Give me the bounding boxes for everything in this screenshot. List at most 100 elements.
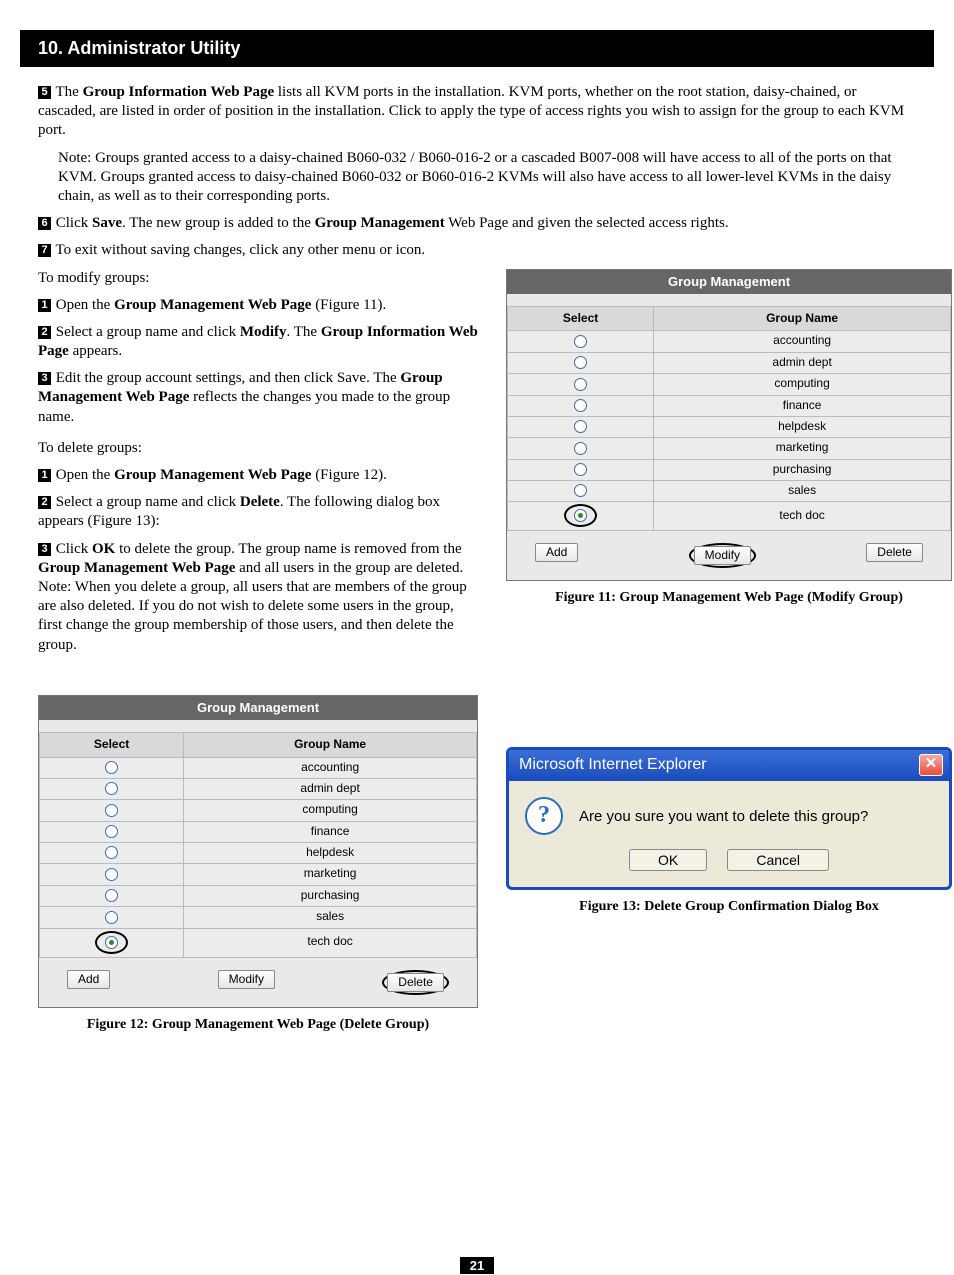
radio-input[interactable] xyxy=(574,442,587,455)
select-cell xyxy=(508,352,654,373)
groupname-cell: tech doc xyxy=(184,928,477,957)
groupname-cell: helpdesk xyxy=(654,416,951,437)
radio-input[interactable] xyxy=(574,509,587,522)
radio-input[interactable] xyxy=(574,463,587,476)
figure-12-caption: Figure 12: Group Management Web Page (De… xyxy=(38,1016,478,1034)
step-5: 5 The Group Information Web Page lists a… xyxy=(38,83,916,141)
table-row: computing xyxy=(40,800,477,821)
table-row: tech doc xyxy=(40,928,477,957)
groupname-cell: purchasing xyxy=(184,885,477,906)
gm-table-12: Select Group Name accountingadmin deptco… xyxy=(39,732,477,957)
radio-input[interactable] xyxy=(105,936,118,949)
question-icon: ? xyxy=(525,797,563,835)
step-badge-3b: 3 xyxy=(38,543,51,556)
groupname-cell: accounting xyxy=(184,757,477,778)
modify-heading: To modify groups: xyxy=(38,269,478,288)
delete-step-1: 1 Open the Group Management Web Page (Fi… xyxy=(38,466,478,485)
gm-title-11: Group Management xyxy=(507,270,951,295)
figure-12-panel: Group Management Select Group Name accou… xyxy=(38,695,478,1008)
groupname-cell: purchasing xyxy=(654,459,951,480)
groupname-cell: computing xyxy=(654,374,951,395)
modify-button-11[interactable]: Modify xyxy=(694,546,751,565)
gm-title: Group Management xyxy=(39,696,477,721)
add-button[interactable]: Add xyxy=(67,970,110,989)
ok-button[interactable]: OK xyxy=(629,849,707,871)
table-row: helpdesk xyxy=(40,843,477,864)
radio-input[interactable] xyxy=(105,782,118,795)
radio-input[interactable] xyxy=(574,399,587,412)
select-cell xyxy=(40,864,184,885)
select-cell xyxy=(40,928,184,957)
radio-input[interactable] xyxy=(105,804,118,817)
select-cell xyxy=(508,374,654,395)
radio-input[interactable] xyxy=(105,868,118,881)
table-row: admin dept xyxy=(508,352,951,373)
delete-step-2: 2 Select a group name and click Delete. … xyxy=(38,493,478,531)
radio-input[interactable] xyxy=(105,761,118,774)
radio-input[interactable] xyxy=(105,889,118,902)
step-badge-1: 1 xyxy=(38,299,51,312)
table-row: finance xyxy=(40,821,477,842)
groupname-cell: marketing xyxy=(184,864,477,885)
figure-11-caption: Figure 11: Group Management Web Page (Mo… xyxy=(506,589,952,607)
select-cell xyxy=(508,481,654,502)
radio-input[interactable] xyxy=(574,378,587,391)
close-icon[interactable]: ✕ xyxy=(919,754,943,776)
modify-step-3: 3 Edit the group account settings, and t… xyxy=(38,369,478,427)
groupname-cell: computing xyxy=(184,800,477,821)
table-row: purchasing xyxy=(40,885,477,906)
select-cell xyxy=(508,331,654,352)
confirm-dialog: Microsoft Internet Explorer ✕ ? Are you … xyxy=(506,747,952,890)
table-row: finance xyxy=(508,395,951,416)
delete-button[interactable]: Delete xyxy=(387,973,444,992)
circled-radio xyxy=(564,504,597,527)
section-title: 10. Administrator Utility xyxy=(38,38,240,58)
radio-input[interactable] xyxy=(105,825,118,838)
th-groupname: Group Name xyxy=(184,733,477,757)
th-select-11: Select xyxy=(508,307,654,331)
figure-13-caption: Figure 13: Delete Group Confirmation Dia… xyxy=(506,898,952,916)
groupname-cell: tech doc xyxy=(654,502,951,531)
circled-radio xyxy=(95,931,128,954)
step-7: 7 To exit without saving changes, click … xyxy=(38,241,916,260)
table-row: computing xyxy=(508,374,951,395)
select-cell xyxy=(40,885,184,906)
add-button-11[interactable]: Add xyxy=(535,543,578,562)
groupname-cell: admin dept xyxy=(184,779,477,800)
step-badge-2b: 2 xyxy=(38,496,51,509)
table-row: sales xyxy=(40,907,477,928)
table-row: tech doc xyxy=(508,502,951,531)
groupname-cell: sales xyxy=(184,907,477,928)
groupname-cell: helpdesk xyxy=(184,843,477,864)
select-cell xyxy=(508,459,654,480)
table-row: marketing xyxy=(40,864,477,885)
radio-input[interactable] xyxy=(105,911,118,924)
section-header: 10. Administrator Utility xyxy=(20,30,934,67)
delete-button-11[interactable]: Delete xyxy=(866,543,923,562)
cancel-button[interactable]: Cancel xyxy=(727,849,829,871)
radio-input[interactable] xyxy=(574,356,587,369)
select-cell xyxy=(508,438,654,459)
select-cell xyxy=(508,416,654,437)
circled-modify: Modify xyxy=(689,543,756,568)
modify-step-2: 2 Select a group name and click Modify. … xyxy=(38,323,478,361)
dialog-message: Are you sure you want to delete this gro… xyxy=(579,807,868,826)
table-row: accounting xyxy=(40,757,477,778)
groupname-cell: marketing xyxy=(654,438,951,459)
radio-input[interactable] xyxy=(574,420,587,433)
th-groupname-11: Group Name xyxy=(654,307,951,331)
radio-input[interactable] xyxy=(105,846,118,859)
select-cell xyxy=(40,907,184,928)
groupname-cell: admin dept xyxy=(654,352,951,373)
circled-delete: Delete xyxy=(382,970,449,995)
modify-step-1: 1 Open the Group Management Web Page (Fi… xyxy=(38,296,478,315)
table-row: marketing xyxy=(508,438,951,459)
radio-input[interactable] xyxy=(574,484,587,497)
modify-button[interactable]: Modify xyxy=(218,970,275,989)
figure-11-panel: Group Management Select Group Name accou… xyxy=(506,269,952,582)
step-badge-6: 6 xyxy=(38,217,51,230)
radio-input[interactable] xyxy=(574,335,587,348)
step-6: 6 Click Save. The new group is added to … xyxy=(38,214,916,233)
groupname-cell: finance xyxy=(654,395,951,416)
step-badge-3: 3 xyxy=(38,372,51,385)
